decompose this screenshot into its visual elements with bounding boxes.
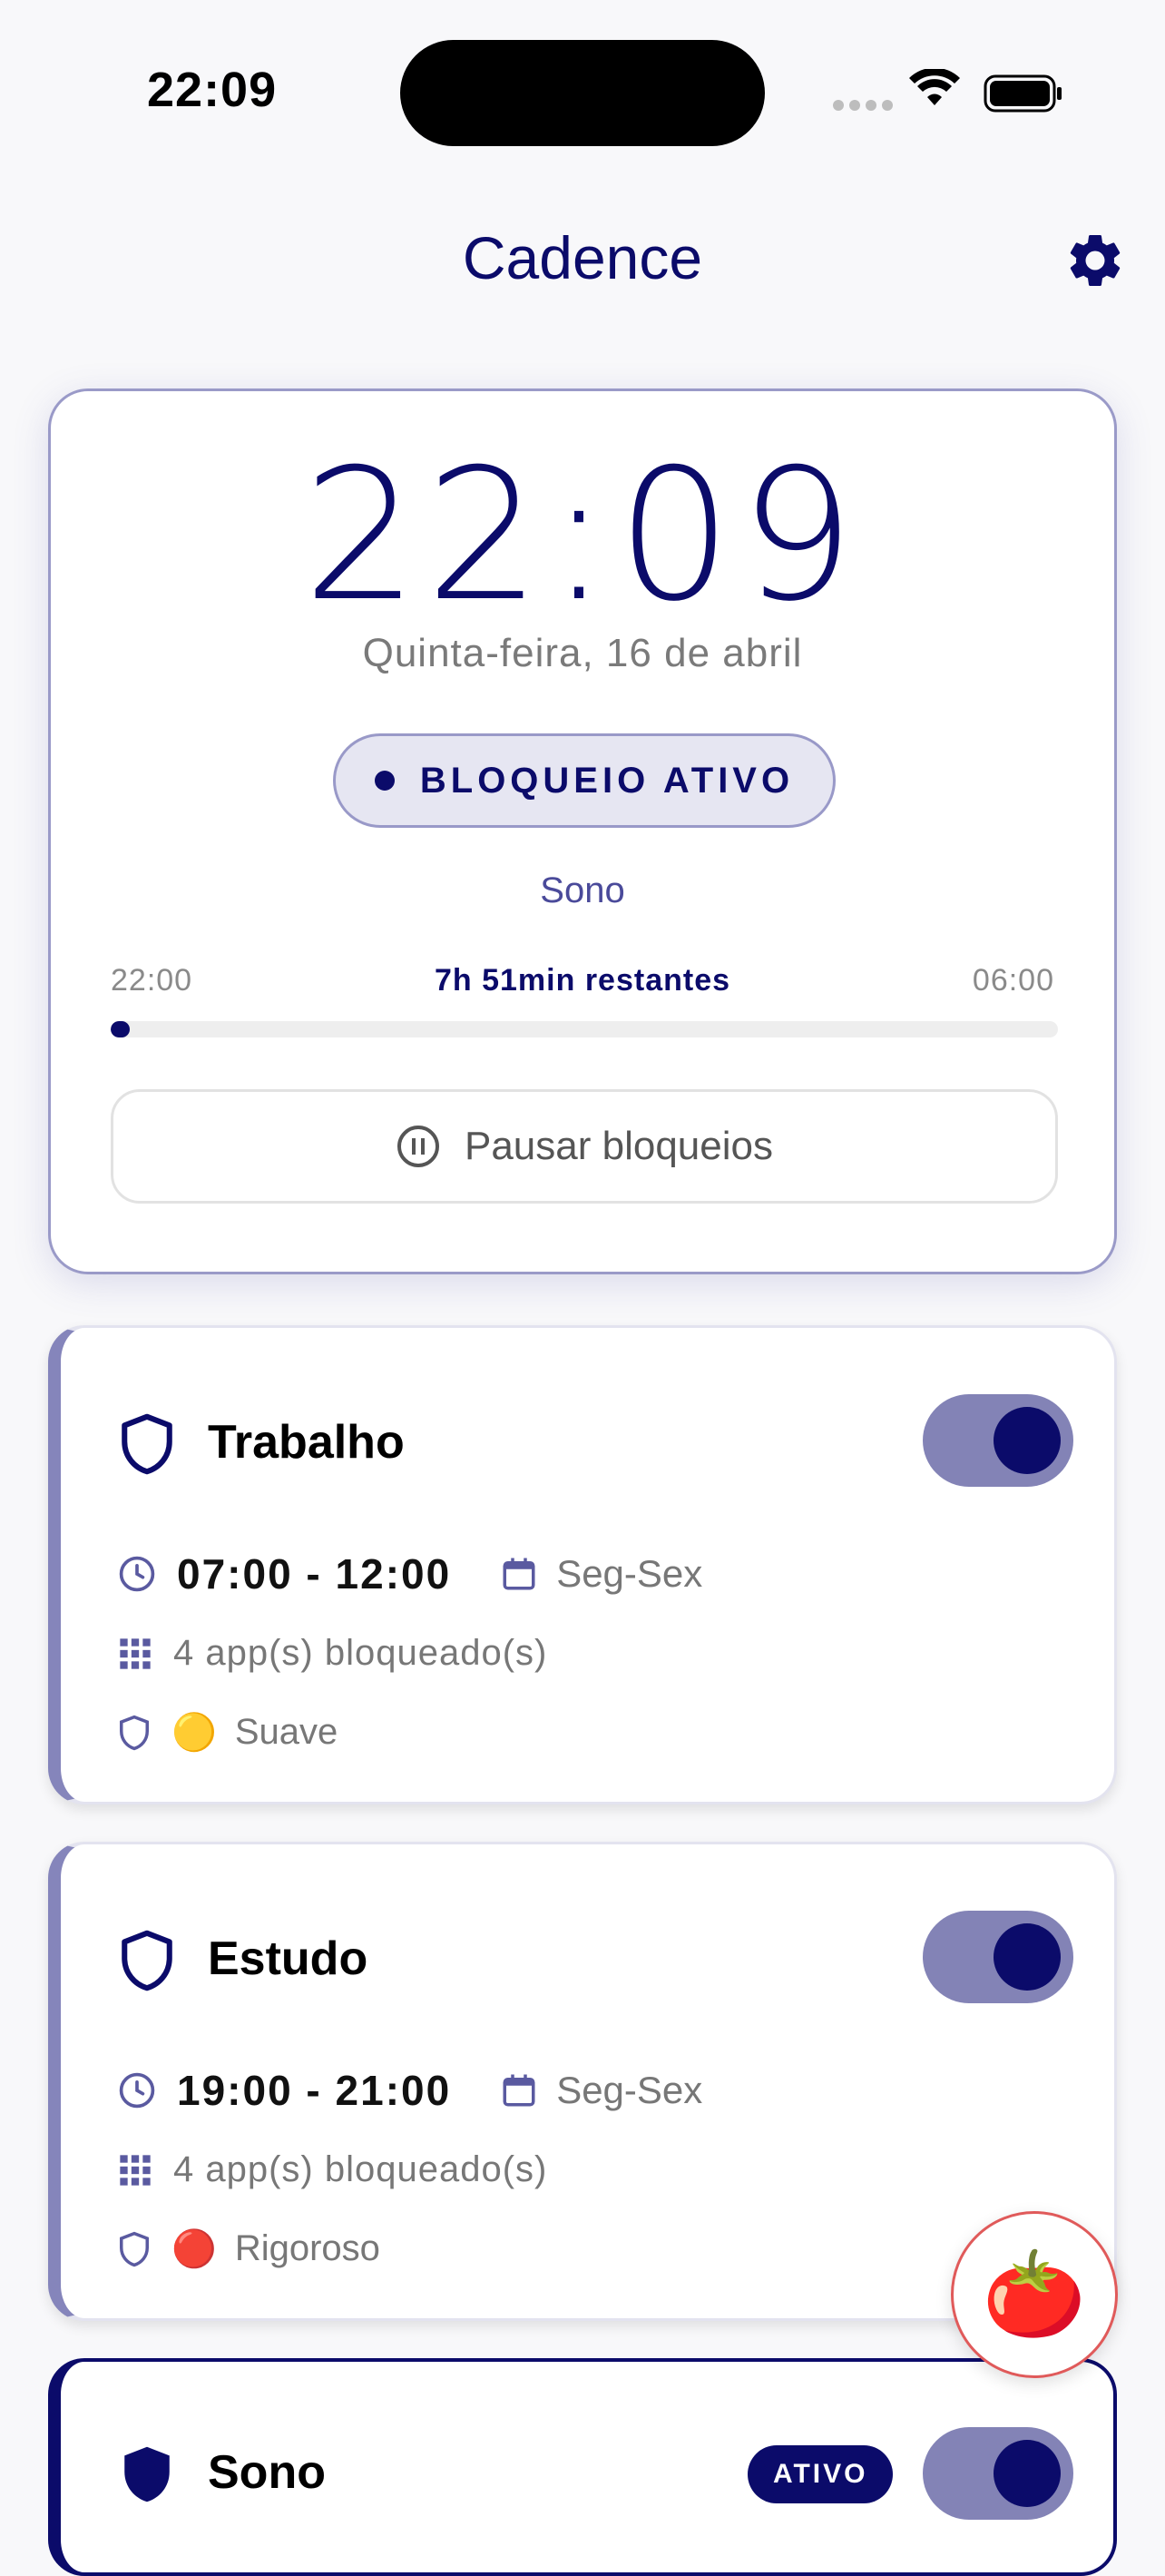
active-badge: ATIVO xyxy=(748,2445,894,2503)
pause-icon xyxy=(396,1126,439,1167)
range-end-time: 06:00 xyxy=(972,963,1054,998)
blocked-apps-count: 4 app(s) bloqueado(s) xyxy=(173,1633,548,1673)
pause-blocks-label: Pausar bloqueios xyxy=(464,1124,773,1168)
tomato-icon: 🍅 xyxy=(982,2248,1087,2341)
status-badge-label: BLOQUEIO ATIVO xyxy=(419,760,795,801)
clock-icon xyxy=(119,2072,155,2109)
clock-display: 22:09 xyxy=(302,430,863,642)
app-title: Cadence xyxy=(462,224,703,291)
blocked-apps-count: 4 app(s) bloqueado(s) xyxy=(173,2149,548,2189)
block-level: Rigoroso xyxy=(234,2228,380,2268)
schedule-days: Seg-Sex xyxy=(556,2069,703,2111)
current-date: Quinta-feira, 16 de abril xyxy=(362,631,803,675)
schedule-toggle[interactable] xyxy=(923,2427,1073,2520)
cellular-signal-icon xyxy=(833,100,893,111)
time-remaining: 7h 51min restantes xyxy=(434,963,731,998)
schedule-time-row: 19:00 - 21:00 Seg-Sex xyxy=(117,2066,702,2115)
wifi-icon xyxy=(909,69,960,105)
calendar-icon xyxy=(503,1558,535,1590)
block-progress-bar xyxy=(111,1021,1058,1037)
block-level: Suave xyxy=(234,1712,338,1752)
shield-small-icon xyxy=(120,1715,149,1750)
schedule-card-active[interactable]: Sono ATIVO xyxy=(48,2358,1117,2576)
pomodoro-button[interactable]: 🍅 xyxy=(951,2211,1118,2378)
schedule-toggle[interactable] xyxy=(923,1394,1073,1487)
apps-grid-icon xyxy=(120,1637,151,1669)
schedule-level-row: 🟡 Suave xyxy=(117,1711,338,1754)
schedule-card[interactable]: Estudo 19:00 - 21:00 Seg-Sex 4 app(s) bl… xyxy=(48,1842,1117,2321)
active-schedule-name: Sono xyxy=(540,870,625,910)
schedule-name: Trabalho xyxy=(208,1416,405,1469)
shield-filled-icon xyxy=(124,2446,170,2502)
shield-small-icon xyxy=(120,2231,149,2266)
schedule-apps-row: 4 app(s) bloqueado(s) xyxy=(117,1633,547,1674)
schedule-level-row: 🔴 Rigoroso xyxy=(117,2227,380,2270)
schedule-name: Estudo xyxy=(208,1932,368,1985)
schedule-time: 07:00 - 12:00 xyxy=(177,1550,452,1598)
calendar-icon xyxy=(503,2074,535,2107)
dynamic-island xyxy=(400,40,765,146)
status-badge: BLOQUEIO ATIVO xyxy=(333,733,836,828)
schedule-name: Sono xyxy=(208,2446,326,2499)
schedule-apps-row: 4 app(s) bloqueado(s) xyxy=(117,2149,547,2190)
status-time: 22:09 xyxy=(147,63,278,117)
battery-icon xyxy=(984,74,1062,113)
apps-grid-icon xyxy=(120,2154,151,2186)
block-progress-fill xyxy=(111,1021,130,1037)
status-dot xyxy=(374,771,395,791)
schedule-toggle[interactable] xyxy=(923,1911,1073,2003)
schedule-card[interactable]: Trabalho 07:00 - 12:00 Seg-Sex 4 app(s) … xyxy=(48,1325,1117,1804)
clock-icon xyxy=(119,1556,155,1592)
pause-blocks-button[interactable]: Pausar bloqueios xyxy=(111,1089,1058,1204)
active-block-card: 22:09 Quinta-feira, 16 de abril BLOQUEIO… xyxy=(48,388,1117,1274)
schedule-time-row: 07:00 - 12:00 Seg-Sex xyxy=(117,1549,702,1598)
shield-icon xyxy=(122,1930,172,1991)
level-indicator-icon: 🟡 xyxy=(171,1713,217,1753)
shield-icon xyxy=(122,1413,172,1475)
level-indicator-icon: 🔴 xyxy=(171,2229,217,2269)
schedule-time: 19:00 - 21:00 xyxy=(177,2067,452,2114)
gear-icon[interactable] xyxy=(1063,229,1127,292)
schedule-days: Seg-Sex xyxy=(556,1552,703,1595)
